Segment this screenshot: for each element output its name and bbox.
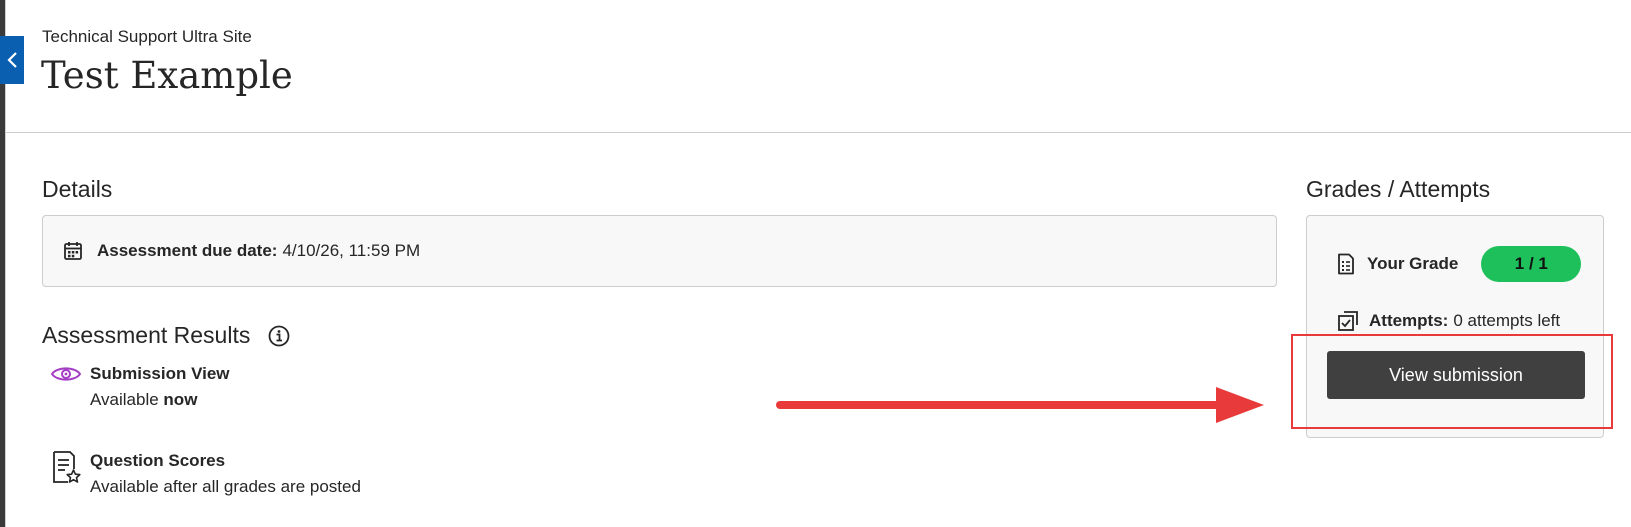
attempts-label: Attempts: [1369, 311, 1449, 330]
question-scores-status: Available after all grades are posted [90, 477, 361, 496]
submission-view-status-emphasis: now [163, 390, 198, 409]
back-button[interactable] [0, 36, 24, 84]
chevron-left-icon [7, 52, 17, 68]
header-divider [6, 132, 1631, 133]
attempts-value: 0 attempts left [1453, 311, 1561, 330]
annotation-highlight-box [1291, 334, 1613, 429]
assessment-results-title: Assessment Results [42, 322, 251, 348]
your-grade-row: Your Grade 1 / 1 [1337, 246, 1582, 282]
due-date-label: Assessment due date: [97, 241, 278, 260]
eye-icon [42, 361, 90, 413]
attempts-icon [1337, 310, 1359, 332]
course-name: Technical Support Ultra Site [42, 27, 252, 46]
question-scores-title: Question Scores [90, 451, 226, 470]
due-date-value: 4/10/26, 11:59 PM [282, 241, 421, 260]
grade-document-icon [1337, 253, 1355, 275]
grade-pill[interactable]: 1 / 1 [1481, 246, 1582, 282]
submission-view-item: Submission View Available now [42, 361, 230, 413]
info-icon[interactable] [268, 325, 290, 347]
grades-attempts-heading: Grades / Attempts [1306, 176, 1491, 202]
annotation-arrow [776, 387, 1264, 423]
question-scores-item: Question Scores Available after all grad… [42, 448, 361, 500]
submission-view-status-prefix: Available [90, 390, 159, 409]
assessment-results-heading: Assessment Results [42, 322, 290, 349]
details-heading: Details [42, 176, 113, 202]
submission-view-status: Available now [90, 387, 230, 413]
attempts-row: Attempts: 0 attempts left [1337, 310, 1560, 332]
calendar-icon [63, 241, 83, 261]
document-star-icon [42, 448, 90, 500]
details-panel: Assessment due date: 4/10/26, 11:59 PM [42, 215, 1277, 287]
your-grade-label: Your Grade [1367, 254, 1459, 273]
submission-view-title: Submission View [90, 364, 230, 383]
page-title: Test Example [41, 54, 293, 97]
